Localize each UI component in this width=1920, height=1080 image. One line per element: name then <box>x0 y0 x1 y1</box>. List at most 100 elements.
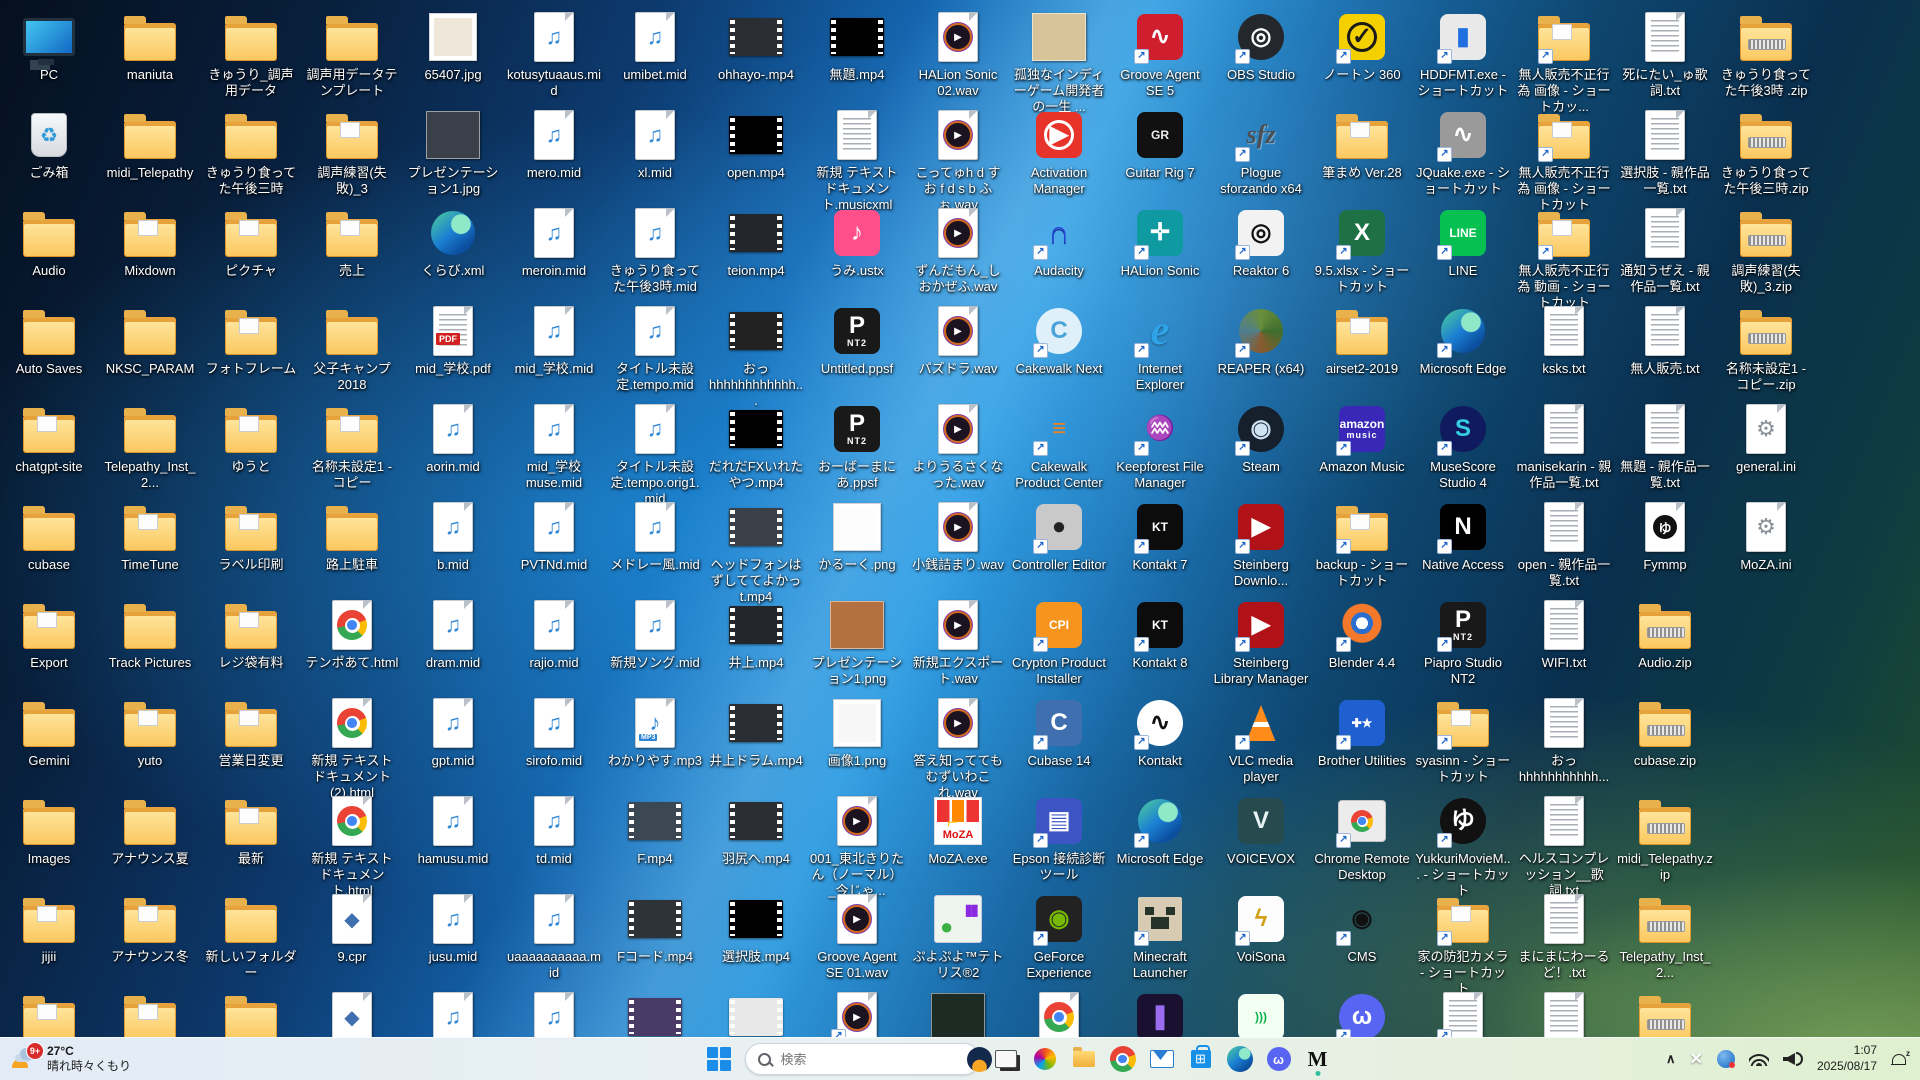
desktop-icon[interactable]: PNT2おーばーまにあ.ppsf <box>809 402 905 491</box>
desktop-icon[interactable]: F.mp4 <box>607 794 703 867</box>
taskbar-search[interactable] <box>745 1043 980 1075</box>
desktop-icon[interactable]: だれだFXいれたやつ.mp4 <box>708 402 804 491</box>
desktop-icon[interactable]: C↗Cakewalk Next <box>1011 304 1107 377</box>
desktop-icon[interactable]: テンポあて.html <box>304 598 400 671</box>
desktop-icon[interactable]: ヘルスコンプレッション__歌詞.txt <box>1516 794 1612 899</box>
desktop-icon[interactable]: ∿↗Groove Agent SE 5 <box>1112 10 1208 99</box>
tray-clock[interactable]: 1:07 2025/08/17 <box>1817 1043 1877 1074</box>
desktop-icon[interactable]: ♫rajio.mid <box>506 598 602 671</box>
desktop-icon[interactable]: maniuta <box>102 10 198 83</box>
desktop-icon[interactable]: KT↗Kontakt 8 <box>1112 598 1208 671</box>
desktop-icon[interactable]: おっhhhhhhhhhhh... <box>1516 696 1612 785</box>
desktop-icon[interactable]: jijii <box>1 892 97 965</box>
desktop-icon[interactable]: きゅうり食ってた午後三時 <box>203 108 299 197</box>
desktop-icon[interactable]: プレゼンテーション1.png <box>809 598 905 687</box>
desktop-icon[interactable]: 羽尻へ.mp4 <box>708 794 804 867</box>
desktop-icon[interactable]: ↗Minecraft Launcher <box>1112 892 1208 981</box>
desktop-icon[interactable]: Mixdown <box>102 206 198 279</box>
desktop-icon[interactable]: ▶よりうるさくなった.wav <box>910 402 1006 491</box>
desktop-icon[interactable]: C↗Cubase 14 <box>1011 696 1107 769</box>
search-input[interactable] <box>779 1051 959 1068</box>
desktop-icon[interactable]: まにまにわーるど！.txt <box>1516 892 1612 981</box>
desktop-icon[interactable]: ゆうと <box>203 402 299 475</box>
desktop-icon[interactable]: ↗REAPER (x64) <box>1213 304 1309 377</box>
desktop-icon[interactable]: ♫uaaaaaaaaaa.mid <box>506 892 602 981</box>
desktop-icon[interactable]: ▶こってゅh d すお f d s b ふぉ.wav <box>910 108 1006 213</box>
taskbar-item-chrome[interactable] <box>1110 1046 1136 1072</box>
desktop-icon[interactable]: ♫メドレー風.mid <box>607 500 703 573</box>
weather-widget[interactable]: 9+ 27°C 晴れ時々くもり <box>0 1044 370 1074</box>
desktop-icon[interactable]: NKSC_PARAM <box>102 304 198 377</box>
taskbar-item-discord[interactable]: ω <box>1266 1046 1292 1072</box>
desktop-icon[interactable]: ゆFymmp <box>1617 500 1713 573</box>
desktop-icon[interactable]: 無題.mp4 <box>809 10 905 83</box>
desktop-icon[interactable]: 最新 <box>203 794 299 867</box>
desktop-icon[interactable]: 画像1.png <box>809 696 905 769</box>
desktop-icon[interactable]: ≡↗Cakewalk Product Center <box>1011 402 1107 491</box>
tray-close-icon[interactable]: ✕ <box>1690 1049 1703 1069</box>
desktop-icon[interactable]: 父子キャンプ2018 <box>304 304 400 393</box>
tray-chevron-up-icon[interactable]: ∧ <box>1666 1051 1676 1067</box>
desktop-icon[interactable]: PDFmid_学校.pdf <box>405 304 501 377</box>
desktop-icon[interactable]: Export <box>1 598 97 671</box>
desktop-icon[interactable]: LINE↗LINE <box>1415 206 1511 279</box>
desktop-icon[interactable]: ♫dram.mid <box>405 598 501 671</box>
taskbar-item-microsoft-store[interactable] <box>1188 1046 1214 1072</box>
desktop-icon[interactable]: ♫b.mid <box>405 500 501 573</box>
desktop-icon[interactable]: ▮▮●ぷよぷよ™テトリス®2 <box>910 892 1006 981</box>
desktop-icon[interactable]: ▤↗Epson 接続診断ツール <box>1011 794 1107 883</box>
desktop-icon[interactable]: ↗VLC media player <box>1213 696 1309 785</box>
desktop-icon[interactable]: ♫mid_学校muse.mid <box>506 402 602 491</box>
desktop-icon[interactable]: PC <box>1 10 97 83</box>
desktop-icon[interactable]: ↗Blender 4.4 <box>1314 598 1410 671</box>
desktop-icon[interactable]: ▶ずんだもん_しおかぜふ.wav <box>910 206 1006 295</box>
desktop-icon[interactable]: 調声練習(失敗)_3 <box>304 108 400 197</box>
desktop-icon[interactable]: ヘッドフォンはずしててよかっt.mp4 <box>708 500 804 605</box>
desktop-icon[interactable]: ↗無人販売不正行為 動画 - ショートカット <box>1516 206 1612 311</box>
desktop-icon[interactable]: PNT2Untitled.ppsf <box>809 304 905 377</box>
desktop-icon[interactable]: ▶Activation Manager <box>1011 108 1107 197</box>
desktop-icon[interactable]: ohhayo-.mp4 <box>708 10 804 83</box>
desktop-icon[interactable]: Telepathy_Inst_2... <box>1617 892 1713 981</box>
desktop-icon[interactable]: きゅうり_調声用データ <box>203 10 299 99</box>
desktop-icon[interactable]: ◎↗OBS Studio <box>1213 10 1309 83</box>
desktop-icon[interactable]: Audio.zip <box>1617 598 1713 671</box>
desktop-icon[interactable]: Audio <box>1 206 97 279</box>
desktop-icon[interactable]: ▶答え知っててもむずいわこれ.wav <box>910 696 1006 801</box>
desktop-icon[interactable]: ♫タイトル未設定.tempo.orig1.mid <box>607 402 703 507</box>
desktop-icon[interactable]: Telepathy_Inst_2... <box>102 402 198 491</box>
desktop-icon[interactable]: 井上ドラム.mp4 <box>708 696 804 769</box>
desktop-icon[interactable]: ksks.txt <box>1516 304 1612 377</box>
desktop-icon[interactable]: ♪MP3わかりやす.mp3 <box>607 696 703 769</box>
desktop-icon[interactable]: ♪うみ.ustx <box>809 206 905 279</box>
desktop-icon[interactable]: フォトフレーム <box>203 304 299 377</box>
desktop-icon[interactable]: 売上 <box>304 206 400 279</box>
desktop-icon[interactable]: ⌐MoZAMoZA.exe <box>910 794 1006 867</box>
desktop-icon[interactable]: ↗Chrome Remote Desktop <box>1314 794 1410 883</box>
desktop-icon[interactable]: GRGuitar Rig 7 <box>1112 108 1208 181</box>
desktop-wallpaper[interactable]: PCmaniutaきゅうり_調声用データ調声用データテンプレート65407.jp… <box>0 0 1920 1080</box>
desktop-icon[interactable]: ϟ↗VoiSona <box>1213 892 1309 965</box>
desktop-icon[interactable]: 無人販売.txt <box>1617 304 1713 377</box>
desktop-icon[interactable]: 新規 テキスト ドキュメント.html <box>304 794 400 899</box>
desktop-icon[interactable]: ▶HALion Sonic 02.wav <box>910 10 1006 99</box>
desktop-icon[interactable]: ↗無人販売不正行為 画像 - ショートカッ... <box>1516 10 1612 115</box>
start-button[interactable] <box>706 1046 732 1072</box>
desktop-icon[interactable]: teion.mp4 <box>708 206 804 279</box>
desktop-icon[interactable]: cubase <box>1 500 97 573</box>
desktop-icon[interactable]: ◉↗Steam <box>1213 402 1309 475</box>
desktop-icon[interactable]: N↗Native Access <box>1415 500 1511 573</box>
desktop-icon[interactable]: Auto Saves <box>1 304 97 377</box>
desktop-icon[interactable]: ピクチャ <box>203 206 299 279</box>
desktop-icon[interactable]: ↗家の防犯カメラ - ショートカット <box>1415 892 1511 997</box>
desktop-icon[interactable]: 通知うぜえ - 親作品一覧.txt <box>1617 206 1713 295</box>
desktop-icon[interactable]: ♫mero.mid <box>506 108 602 181</box>
desktop-icon[interactable]: ♫jusu.mid <box>405 892 501 965</box>
desktop-icon[interactable]: e↗Internet Explorer <box>1112 304 1208 393</box>
desktop-icon[interactable]: きゅうり食ってた午後三時.zip <box>1718 108 1814 197</box>
taskbar-item-file-explorer[interactable] <box>1071 1046 1097 1072</box>
desktop-icon[interactable]: 新規 テキスト ドキュメント.musicxml <box>809 108 905 213</box>
taskbar-item-mail[interactable] <box>1149 1046 1175 1072</box>
desktop-icon[interactable]: ♫gpt.mid <box>405 696 501 769</box>
desktop-icon[interactable]: 無題 - 親作品一覧.txt <box>1617 402 1713 491</box>
